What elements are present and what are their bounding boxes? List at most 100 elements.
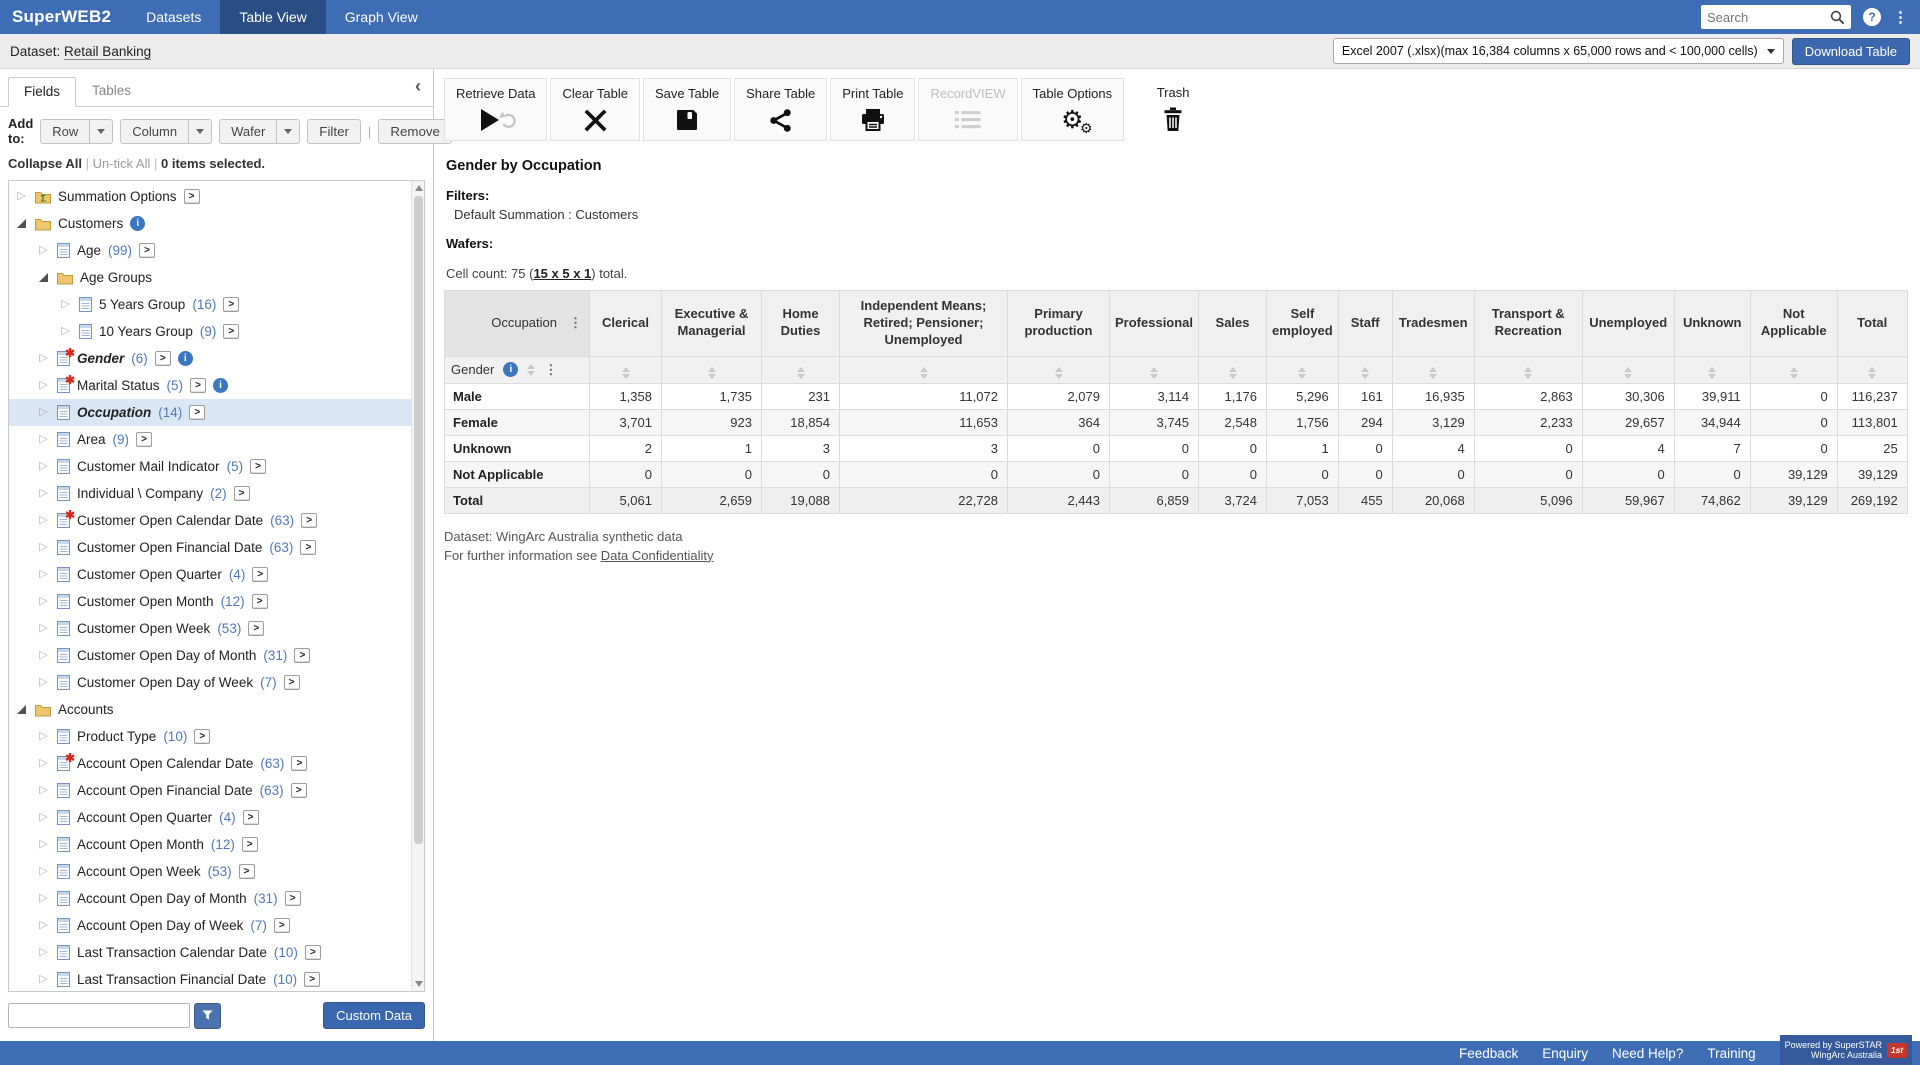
column-header-unemployed[interactable]: Unemployed	[1582, 291, 1674, 357]
field-action-button[interactable]: >	[252, 594, 268, 609]
sort-icon[interactable]	[527, 364, 535, 376]
expand-node-icon[interactable]: ▷	[37, 893, 50, 904]
column-header-clerical[interactable]: Clerical	[590, 291, 662, 357]
expand-node-icon[interactable]: ▷	[37, 758, 50, 769]
field-action-button[interactable]: >	[189, 405, 205, 420]
sort-cell[interactable]	[1110, 356, 1199, 383]
nav-tab-datasets[interactable]: Datasets	[127, 0, 220, 34]
tree-item-customer-mail-indicator[interactable]: ▷Customer Mail Indicator(5)>	[9, 453, 411, 480]
scrollbar-thumb[interactable]	[414, 196, 423, 844]
tree-item-10-years-group[interactable]: ▷10 Years Group(9)>	[9, 318, 411, 345]
tab-fields[interactable]: Fields	[8, 77, 76, 107]
scroll-up-icon[interactable]	[415, 185, 423, 191]
sort-cell[interactable]	[590, 356, 662, 383]
field-action-button[interactable]: >	[184, 189, 200, 204]
add-to-column-button[interactable]: Column	[120, 119, 212, 144]
tree-scrollbar[interactable]	[411, 181, 424, 991]
export-format-select[interactable]: Excel 2007 (.xlsx)(max 16,384 columns x …	[1333, 38, 1784, 64]
row-menu-icon[interactable]: ⋮	[544, 362, 557, 378]
footer-link-enquiry[interactable]: Enquiry	[1542, 1046, 1588, 1061]
expand-node-icon[interactable]: ▷	[37, 380, 50, 391]
footer-link-feedback[interactable]: Feedback	[1459, 1046, 1518, 1061]
field-action-button[interactable]: >	[285, 891, 301, 906]
field-action-button[interactable]: >	[301, 513, 317, 528]
tree-item-customer-open-week[interactable]: ▷Customer Open Week(53)>	[9, 615, 411, 642]
tree-item-account-open-day-of-week[interactable]: ▷Account Open Day of Week(7)>	[9, 912, 411, 939]
sort-cell[interactable]	[1674, 356, 1750, 383]
expand-node-icon[interactable]: ▷	[37, 245, 50, 256]
tab-tables[interactable]: Tables	[76, 76, 147, 106]
untick-all-link[interactable]: Un-tick All	[93, 156, 151, 171]
column-header-tradesmen[interactable]: Tradesmen	[1392, 291, 1474, 357]
tree-item-last-transaction-financial-date[interactable]: ▷Last Transaction Financial Date(10)>	[9, 966, 411, 991]
tree-item-customer-open-day-of-month[interactable]: ▷Customer Open Day of Month(31)>	[9, 642, 411, 669]
sort-cell[interactable]	[1267, 356, 1339, 383]
scroll-down-icon[interactable]	[415, 981, 423, 987]
tree-item-last-transaction-calendar-date[interactable]: ▷Last Transaction Calendar Date(10)>	[9, 939, 411, 966]
sort-icon[interactable]	[1624, 367, 1632, 379]
column-header-unknown[interactable]: Unknown	[1674, 291, 1750, 357]
sort-cell[interactable]	[1582, 356, 1674, 383]
sort-cell[interactable]	[1750, 356, 1837, 383]
info-icon[interactable]: i	[503, 362, 518, 377]
tree-item-occupation[interactable]: ▷Occupation(14)>	[9, 399, 411, 426]
tree-item-customer-open-quarter[interactable]: ▷Customer Open Quarter(4)>	[9, 561, 411, 588]
column-header-transport-recreation[interactable]: Transport & Recreation	[1474, 291, 1582, 357]
tree-item-summation-options[interactable]: ▷ΣSummation Options>	[9, 183, 411, 210]
info-icon[interactable]: i	[178, 351, 193, 366]
tree-item-account-open-financial-date[interactable]: ▷Account Open Financial Date(63)>	[9, 777, 411, 804]
column-header-staff[interactable]: Staff	[1338, 291, 1392, 357]
download-table-button[interactable]: Download Table	[1792, 38, 1910, 65]
sort-cell[interactable]	[762, 356, 840, 383]
chevron-down-icon[interactable]	[277, 119, 300, 144]
sort-icon[interactable]	[1868, 367, 1876, 379]
trash-button[interactable]: Trash	[1145, 78, 1201, 141]
field-action-button[interactable]: >	[194, 729, 210, 744]
overflow-menu-icon[interactable]: ⋮	[1893, 8, 1908, 26]
collapse-node-icon[interactable]	[37, 273, 50, 282]
tree-item-gender[interactable]: ▷✱Gender(6)>i	[9, 345, 411, 372]
field-action-button[interactable]: >	[190, 378, 206, 393]
field-action-button[interactable]: >	[250, 459, 266, 474]
add-to-row-button[interactable]: Row	[40, 119, 113, 144]
field-action-button[interactable]: >	[243, 810, 259, 825]
tree-item-account-open-calendar-date[interactable]: ▷✱Account Open Calendar Date(63)>	[9, 750, 411, 777]
sort-icon[interactable]	[1708, 367, 1716, 379]
collapse-node-icon[interactable]	[15, 219, 28, 228]
field-action-button[interactable]: >	[291, 756, 307, 771]
add-to-wafer-label[interactable]: Wafer	[219, 119, 277, 144]
retrieve-data-button[interactable]: Retrieve Data	[444, 78, 547, 141]
field-action-button[interactable]: >	[252, 567, 268, 582]
share-table-button[interactable]: Share Table	[734, 78, 827, 141]
tree-item-customer-open-month[interactable]: ▷Customer Open Month(12)>	[9, 588, 411, 615]
sort-icon[interactable]	[1055, 367, 1063, 379]
column-header-professional[interactable]: Professional	[1110, 291, 1199, 357]
sort-icon[interactable]	[1524, 367, 1532, 379]
field-action-button[interactable]: >	[300, 540, 316, 555]
tree-item-product-type[interactable]: ▷Product Type(10)>	[9, 723, 411, 750]
search-box[interactable]	[1701, 5, 1851, 29]
expand-node-icon[interactable]: ▷	[15, 191, 28, 202]
info-icon[interactable]: i	[213, 378, 228, 393]
tree-item-individual-company[interactable]: ▷Individual \ Company(2)>	[9, 480, 411, 507]
column-header-primary-production[interactable]: Primary production	[1008, 291, 1110, 357]
expand-node-icon[interactable]: ▷	[37, 920, 50, 931]
expand-node-icon[interactable]: ▷	[37, 677, 50, 688]
column-header-sales[interactable]: Sales	[1199, 291, 1267, 357]
tree-item-customer-open-financial-date[interactable]: ▷Customer Open Financial Date(63)>	[9, 534, 411, 561]
field-action-button[interactable]: >	[274, 918, 290, 933]
sort-icon[interactable]	[1229, 367, 1237, 379]
tree-item-customer-open-day-of-week[interactable]: ▷Customer Open Day of Week(7)>	[9, 669, 411, 696]
expand-node-icon[interactable]: ▷	[37, 542, 50, 553]
custom-data-button[interactable]: Custom Data	[323, 1002, 425, 1029]
sort-cell[interactable]	[840, 356, 1008, 383]
expand-node-icon[interactable]: ▷	[37, 947, 50, 958]
column-header-not-applicable[interactable]: Not Applicable	[1750, 291, 1837, 357]
column-header-home-duties[interactable]: Home Duties	[762, 291, 840, 357]
dataset-name-link[interactable]: Retail Banking	[64, 44, 151, 60]
tree-item-customers[interactable]: Customersi	[9, 210, 411, 237]
tree-item-5-years-group[interactable]: ▷5 Years Group(16)>	[9, 291, 411, 318]
sort-icon[interactable]	[797, 367, 805, 379]
sort-icon[interactable]	[1150, 367, 1158, 379]
collapse-all-link[interactable]: Collapse All	[8, 156, 82, 171]
